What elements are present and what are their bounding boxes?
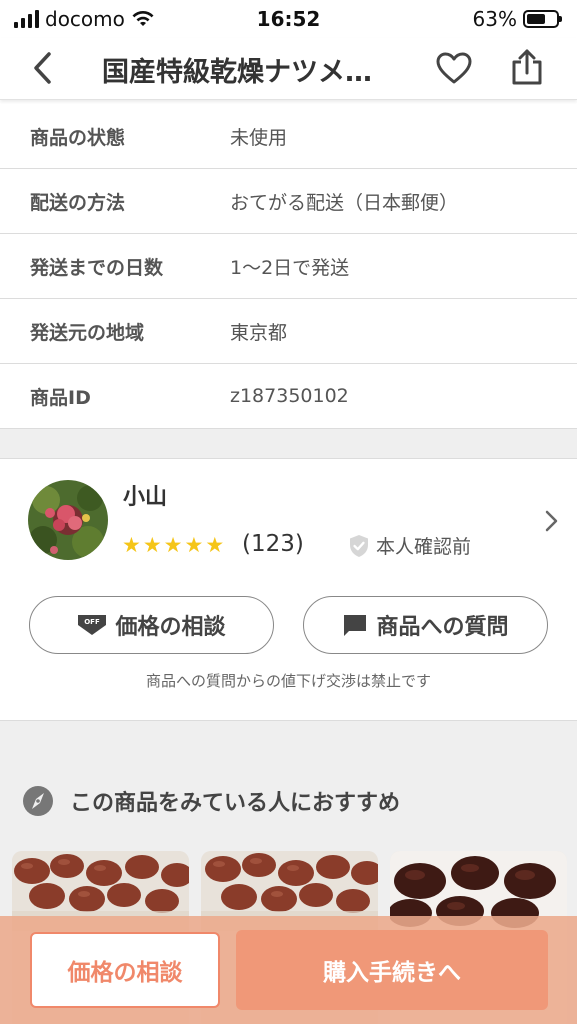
shield-check-icon: [350, 534, 368, 557]
detail-value: 未使用: [230, 126, 288, 149]
star-icon: ★: [163, 533, 183, 557]
seller-section: 小山 ★ ★ ★ ★ ★ (123) 本人確認前 OFF 価格の相談 商品への質…: [0, 459, 577, 721]
detail-label: 商品ID: [30, 386, 91, 409]
ask-question-button[interactable]: 商品への質問: [303, 596, 548, 654]
detail-label: 発送までの日数: [30, 256, 164, 279]
detail-value: z187350102: [230, 385, 349, 407]
compass-icon: [23, 786, 53, 816]
detail-row-item-id: 商品ID z187350102: [0, 364, 577, 429]
share-icon: [512, 49, 542, 85]
item-details-table: 商品の状態 未使用 配送の方法 おてがる配送（日本郵便） 発送までの日数 1〜2…: [0, 104, 577, 429]
rating-count: (123): [242, 531, 304, 557]
section-divider: [0, 429, 577, 459]
detail-row-condition: 商品の状態 未使用: [0, 104, 577, 169]
star-icon: ★: [205, 533, 225, 557]
star-icon: ★: [184, 533, 204, 557]
price-negotiation-label: 価格の相談: [115, 615, 226, 640]
detail-label: 発送元の地域: [30, 321, 145, 344]
detail-label: 商品の状態: [30, 126, 126, 149]
status-right: 63%: [472, 7, 562, 31]
price-negotiation-button[interactable]: OFF 価格の相談: [29, 596, 274, 654]
battery-icon: [523, 10, 562, 28]
detail-value: 東京都: [230, 321, 288, 344]
bottom-price-negotiation-button[interactable]: 価格の相談: [30, 932, 220, 1008]
detail-label: 配送の方法: [30, 191, 126, 214]
verification-status: 本人確認前: [348, 532, 471, 559]
like-button[interactable]: [432, 46, 476, 90]
ask-question-label: 商品への質問: [376, 615, 509, 640]
nav-header: 国産特級乾燥ナツメ…: [0, 38, 577, 100]
star-icon: ★: [122, 533, 141, 557]
share-button[interactable]: [505, 44, 549, 90]
verification-label: 本人確認前: [376, 536, 472, 558]
detail-value: おてがる配送（日本郵便）: [230, 191, 459, 214]
recommendations-header: この商品をみている人におすすめ: [22, 785, 400, 817]
comment-icon: [344, 615, 367, 636]
back-button[interactable]: [22, 48, 62, 88]
negotiation-notice: 商品への質問からの値下げ交渉は禁止です: [145, 672, 431, 690]
status-bar: docomo 16:52 63%: [0, 0, 577, 38]
off-tag-icon: OFF: [78, 615, 107, 635]
rating-stars: ★ ★ ★ ★ ★: [122, 535, 224, 556]
detail-row-shipping-method: 配送の方法 おてがる配送（日本郵便）: [0, 169, 577, 234]
seller-avatar[interactable]: [28, 480, 108, 560]
detail-row-ship-from: 発送元の地域 東京都: [0, 299, 577, 364]
back-chevron-icon: [34, 52, 51, 84]
star-icon: ★: [142, 533, 162, 557]
svg-text:OFF: OFF: [85, 618, 101, 626]
detail-row-shipping-days: 発送までの日数 1〜2日で発送: [0, 234, 577, 299]
heart-icon: [436, 52, 472, 84]
battery-percent: 63%: [472, 7, 517, 31]
purchase-button[interactable]: 購入手続きへ: [236, 930, 548, 1010]
detail-value: 1〜2日で発送: [230, 256, 350, 279]
page-title: 国産特級乾燥ナツメ…: [102, 57, 372, 88]
recommendations-title: この商品をみている人におすすめ: [70, 791, 401, 816]
chevron-right-icon[interactable]: [543, 509, 561, 533]
avatar-image: [28, 480, 108, 560]
seller-name[interactable]: 小山: [123, 479, 167, 511]
bottom-action-bar: 価格の相談 購入手続きへ: [0, 916, 577, 1024]
